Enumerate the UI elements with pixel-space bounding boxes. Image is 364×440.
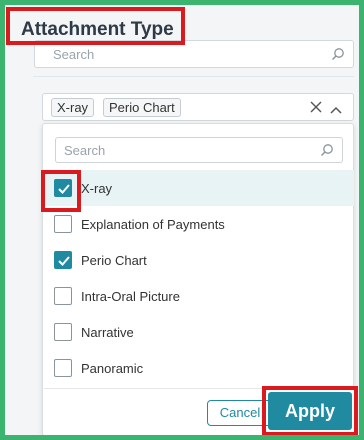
search-placeholder: Search [53, 47, 95, 62]
title-highlight-box [6, 7, 185, 45]
dropdown-search-input[interactable]: Search [55, 137, 343, 163]
search-icon[interactable] [320, 143, 334, 162]
attachment-type-select[interactable]: X-ray Perio Chart [42, 93, 354, 121]
dropdown-search-placeholder: Search [64, 143, 106, 158]
selected-chip-xray[interactable]: X-ray [51, 98, 95, 117]
chevron-up-icon[interactable] [329, 102, 343, 120]
checkbox-intra-oral-picture[interactable] [54, 287, 72, 305]
option-intra-oral-picture[interactable]: Intra-Oral Picture [44, 278, 354, 314]
option-narrative[interactable]: Narrative [44, 314, 354, 350]
apply-highlight-box [262, 386, 358, 436]
divider [33, 76, 354, 77]
checkbox-highlight-box [41, 170, 81, 212]
option-panoramic[interactable]: Panoramic [44, 350, 354, 386]
option-explanation-of-payments[interactable]: Explanation of Payments [44, 206, 354, 242]
option-label: Perio Chart [81, 253, 147, 268]
close-icon[interactable] [309, 100, 323, 119]
option-label: Intra-Oral Picture [81, 289, 180, 304]
option-label: X-ray [81, 181, 113, 196]
checkbox-panoramic[interactable] [54, 359, 72, 377]
option-label: Explanation of Payments [81, 217, 225, 232]
checkbox-explanation-of-payments[interactable] [54, 215, 72, 233]
option-perio-chart[interactable]: Perio Chart [44, 242, 354, 278]
option-xray[interactable]: X-ray [44, 170, 354, 206]
left-gutter [5, 68, 33, 435]
checkbox-perio-chart[interactable] [54, 251, 72, 269]
option-label: Panoramic [81, 361, 144, 376]
checkbox-narrative[interactable] [54, 323, 72, 341]
search-icon[interactable] [331, 47, 345, 66]
selected-chip-perio-chart[interactable]: Perio Chart [103, 98, 181, 117]
option-label: Narrative [81, 325, 134, 340]
